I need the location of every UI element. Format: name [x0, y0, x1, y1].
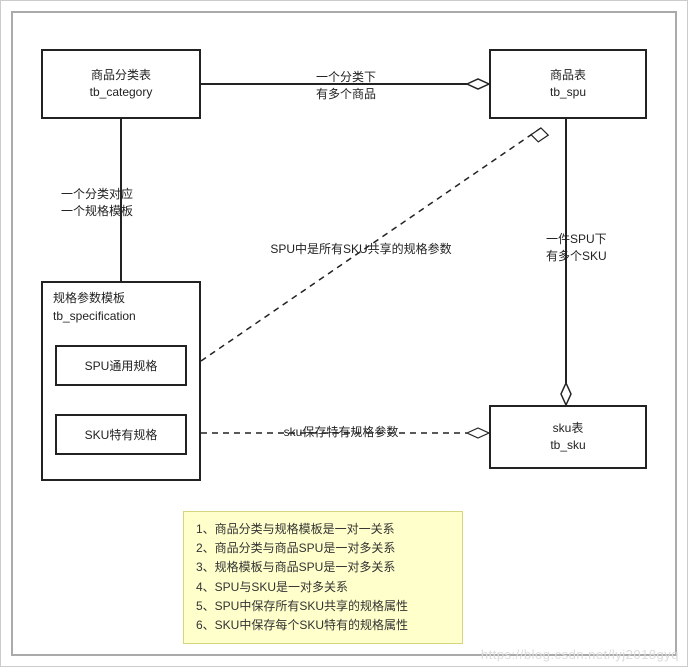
box-sku-subtitle: tb_sku — [550, 437, 585, 454]
note-line: 5、SPU中保存所有SKU共享的规格属性 — [196, 597, 450, 616]
edge-cat-spec-l1: 一个分类对应 — [61, 186, 181, 203]
diagram-canvas: 商品分类表 tb_category 商品表 tb_spu 规格参数模板 tb_s… — [0, 0, 688, 667]
box-category-title: 商品分类表 — [91, 67, 151, 84]
edge-spec-sku-l1: sku保存特有规格参数 — [251, 424, 431, 441]
edge-spec-spu-l1: SPU中是所有SKU共享的规格参数 — [251, 241, 471, 258]
edge-cat-spec-l2: 一个规格模板 — [61, 203, 181, 220]
box-spec-subtitle: tb_specification — [53, 307, 189, 325]
box-category: 商品分类表 tb_category — [41, 49, 201, 119]
edge-cat-spu-l1: 一个分类下 — [291, 69, 401, 86]
note-box: 1、商品分类与规格模板是一对一关系 2、商品分类与商品SPU是一对多关系 3、规… — [183, 511, 463, 644]
note-line: 3、规格模板与商品SPU是一对多关系 — [196, 558, 450, 577]
box-spec: 规格参数模板 tb_specification SPU通用规格 SKU特有规格 — [41, 281, 201, 481]
box-category-subtitle: tb_category — [90, 84, 153, 101]
note-line: 1、商品分类与规格模板是一对一关系 — [196, 520, 450, 539]
edge-spu-sku-l2: 有多个SKU — [546, 248, 656, 265]
box-spu-subtitle: tb_spu — [550, 84, 586, 101]
box-sku: sku表 tb_sku — [489, 405, 647, 469]
box-sku-title: sku表 — [553, 420, 584, 437]
box-spu-title: 商品表 — [550, 67, 586, 84]
box-spec-header: 规格参数模板 tb_specification — [43, 283, 199, 331]
note-line: 2、商品分类与商品SPU是一对多关系 — [196, 539, 450, 558]
box-spec-title: 规格参数模板 — [53, 289, 189, 307]
note-line: 6、SKU中保存每个SKU特有的规格属性 — [196, 616, 450, 635]
watermark-text: https://blog.csdn.net/lyj2018gyq — [481, 647, 679, 662]
edge-cat-spu-l2: 有多个商品 — [291, 86, 401, 103]
sub-box-sku-specific: SKU特有规格 — [55, 414, 187, 455]
note-line: 4、SPU与SKU是一对多关系 — [196, 578, 450, 597]
box-spu: 商品表 tb_spu — [489, 49, 647, 119]
edge-spu-sku-l1: 一件SPU下 — [546, 231, 656, 248]
sub-box-spu-common: SPU通用规格 — [55, 345, 187, 386]
